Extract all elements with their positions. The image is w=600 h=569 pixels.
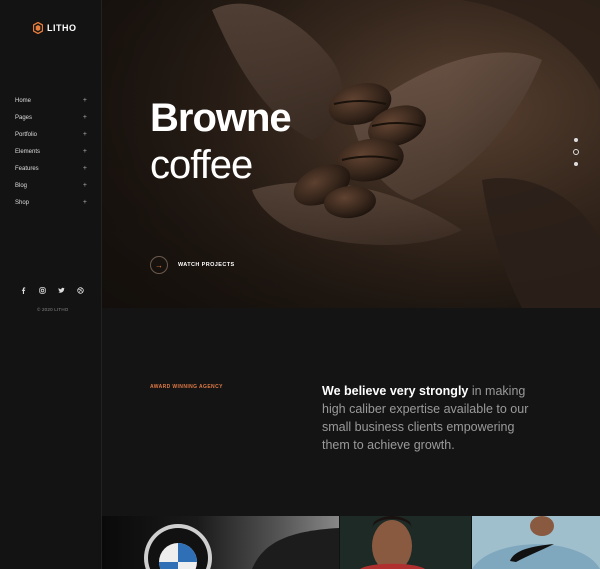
- nav-item-elements[interactable]: Elements +: [15, 143, 87, 160]
- nav-label: Features: [15, 165, 39, 172]
- hero-title-bold: Browne: [150, 96, 292, 140]
- nav-item-shop[interactable]: Shop +: [15, 194, 87, 211]
- nav-item-features[interactable]: Features +: [15, 160, 87, 177]
- instagram-icon[interactable]: [39, 287, 46, 294]
- hero-title-light: coffee: [150, 143, 253, 187]
- slider-pagination: [573, 138, 579, 166]
- nav-label: Home: [15, 97, 32, 104]
- gallery-image-nike[interactable]: [472, 516, 600, 569]
- bmw-logo-icon: [144, 524, 339, 569]
- nav-label: Portfolio: [15, 131, 38, 138]
- plus-icon[interactable]: +: [83, 182, 87, 189]
- hero-slider: Browne coffee → WATCH PROJECTS: [102, 0, 600, 308]
- portfolio-gallery: [102, 516, 600, 569]
- slide-dot-1[interactable]: [574, 138, 578, 142]
- nav-item-home[interactable]: Home +: [15, 92, 87, 109]
- about-section: AWARD WINNING AGENCY We believe very str…: [102, 308, 600, 516]
- plus-icon[interactable]: +: [83, 199, 87, 206]
- award-eyebrow: AWARD WINNING AGENCY: [150, 384, 223, 390]
- nav-label: Elements: [15, 148, 41, 155]
- twitter-icon[interactable]: [58, 287, 65, 294]
- plus-icon[interactable]: +: [83, 148, 87, 155]
- social-links: [20, 287, 84, 294]
- arrow-right-icon[interactable]: →: [150, 256, 168, 274]
- logo[interactable]: LITHO: [33, 22, 77, 34]
- about-lead-text: We believe very strongly in making high …: [322, 382, 542, 454]
- gallery-image-car[interactable]: [102, 516, 339, 569]
- watch-projects-button[interactable]: → WATCH PROJECTS: [150, 256, 235, 274]
- nav-label: Blog: [15, 182, 28, 189]
- plus-icon[interactable]: +: [83, 97, 87, 104]
- plus-icon[interactable]: +: [83, 131, 87, 138]
- gallery-image-portrait[interactable]: [340, 516, 471, 569]
- watch-projects-label: WATCH PROJECTS: [178, 262, 235, 268]
- portrait-person: [360, 516, 425, 569]
- nav-item-blog[interactable]: Blog +: [15, 177, 87, 194]
- brand-name: LITHO: [47, 23, 77, 33]
- copyright-text: © 2020 LITHO: [37, 307, 69, 312]
- nav-item-portfolio[interactable]: Portfolio +: [15, 126, 87, 143]
- nike-swoosh-icon: [472, 516, 600, 569]
- dribbble-icon[interactable]: [77, 287, 84, 294]
- nav-label: Shop: [15, 199, 30, 206]
- facebook-icon[interactable]: [20, 287, 27, 294]
- slide-dot-3[interactable]: [574, 162, 578, 166]
- lead-bold: We believe very strongly: [322, 384, 469, 398]
- main-nav: Home + Pages + Portfolio + Elements + Featur…: [15, 92, 87, 211]
- hexagon-logo-icon: [33, 22, 43, 34]
- plus-icon[interactable]: +: [83, 165, 87, 172]
- nav-label: Pages: [15, 114, 33, 121]
- nav-item-pages[interactable]: Pages +: [15, 109, 87, 126]
- sidebar: LITHO Home + Pages + Portfolio + Elements + …: [0, 0, 102, 569]
- plus-icon[interactable]: +: [83, 114, 87, 121]
- slide-dot-2[interactable]: [573, 149, 579, 155]
